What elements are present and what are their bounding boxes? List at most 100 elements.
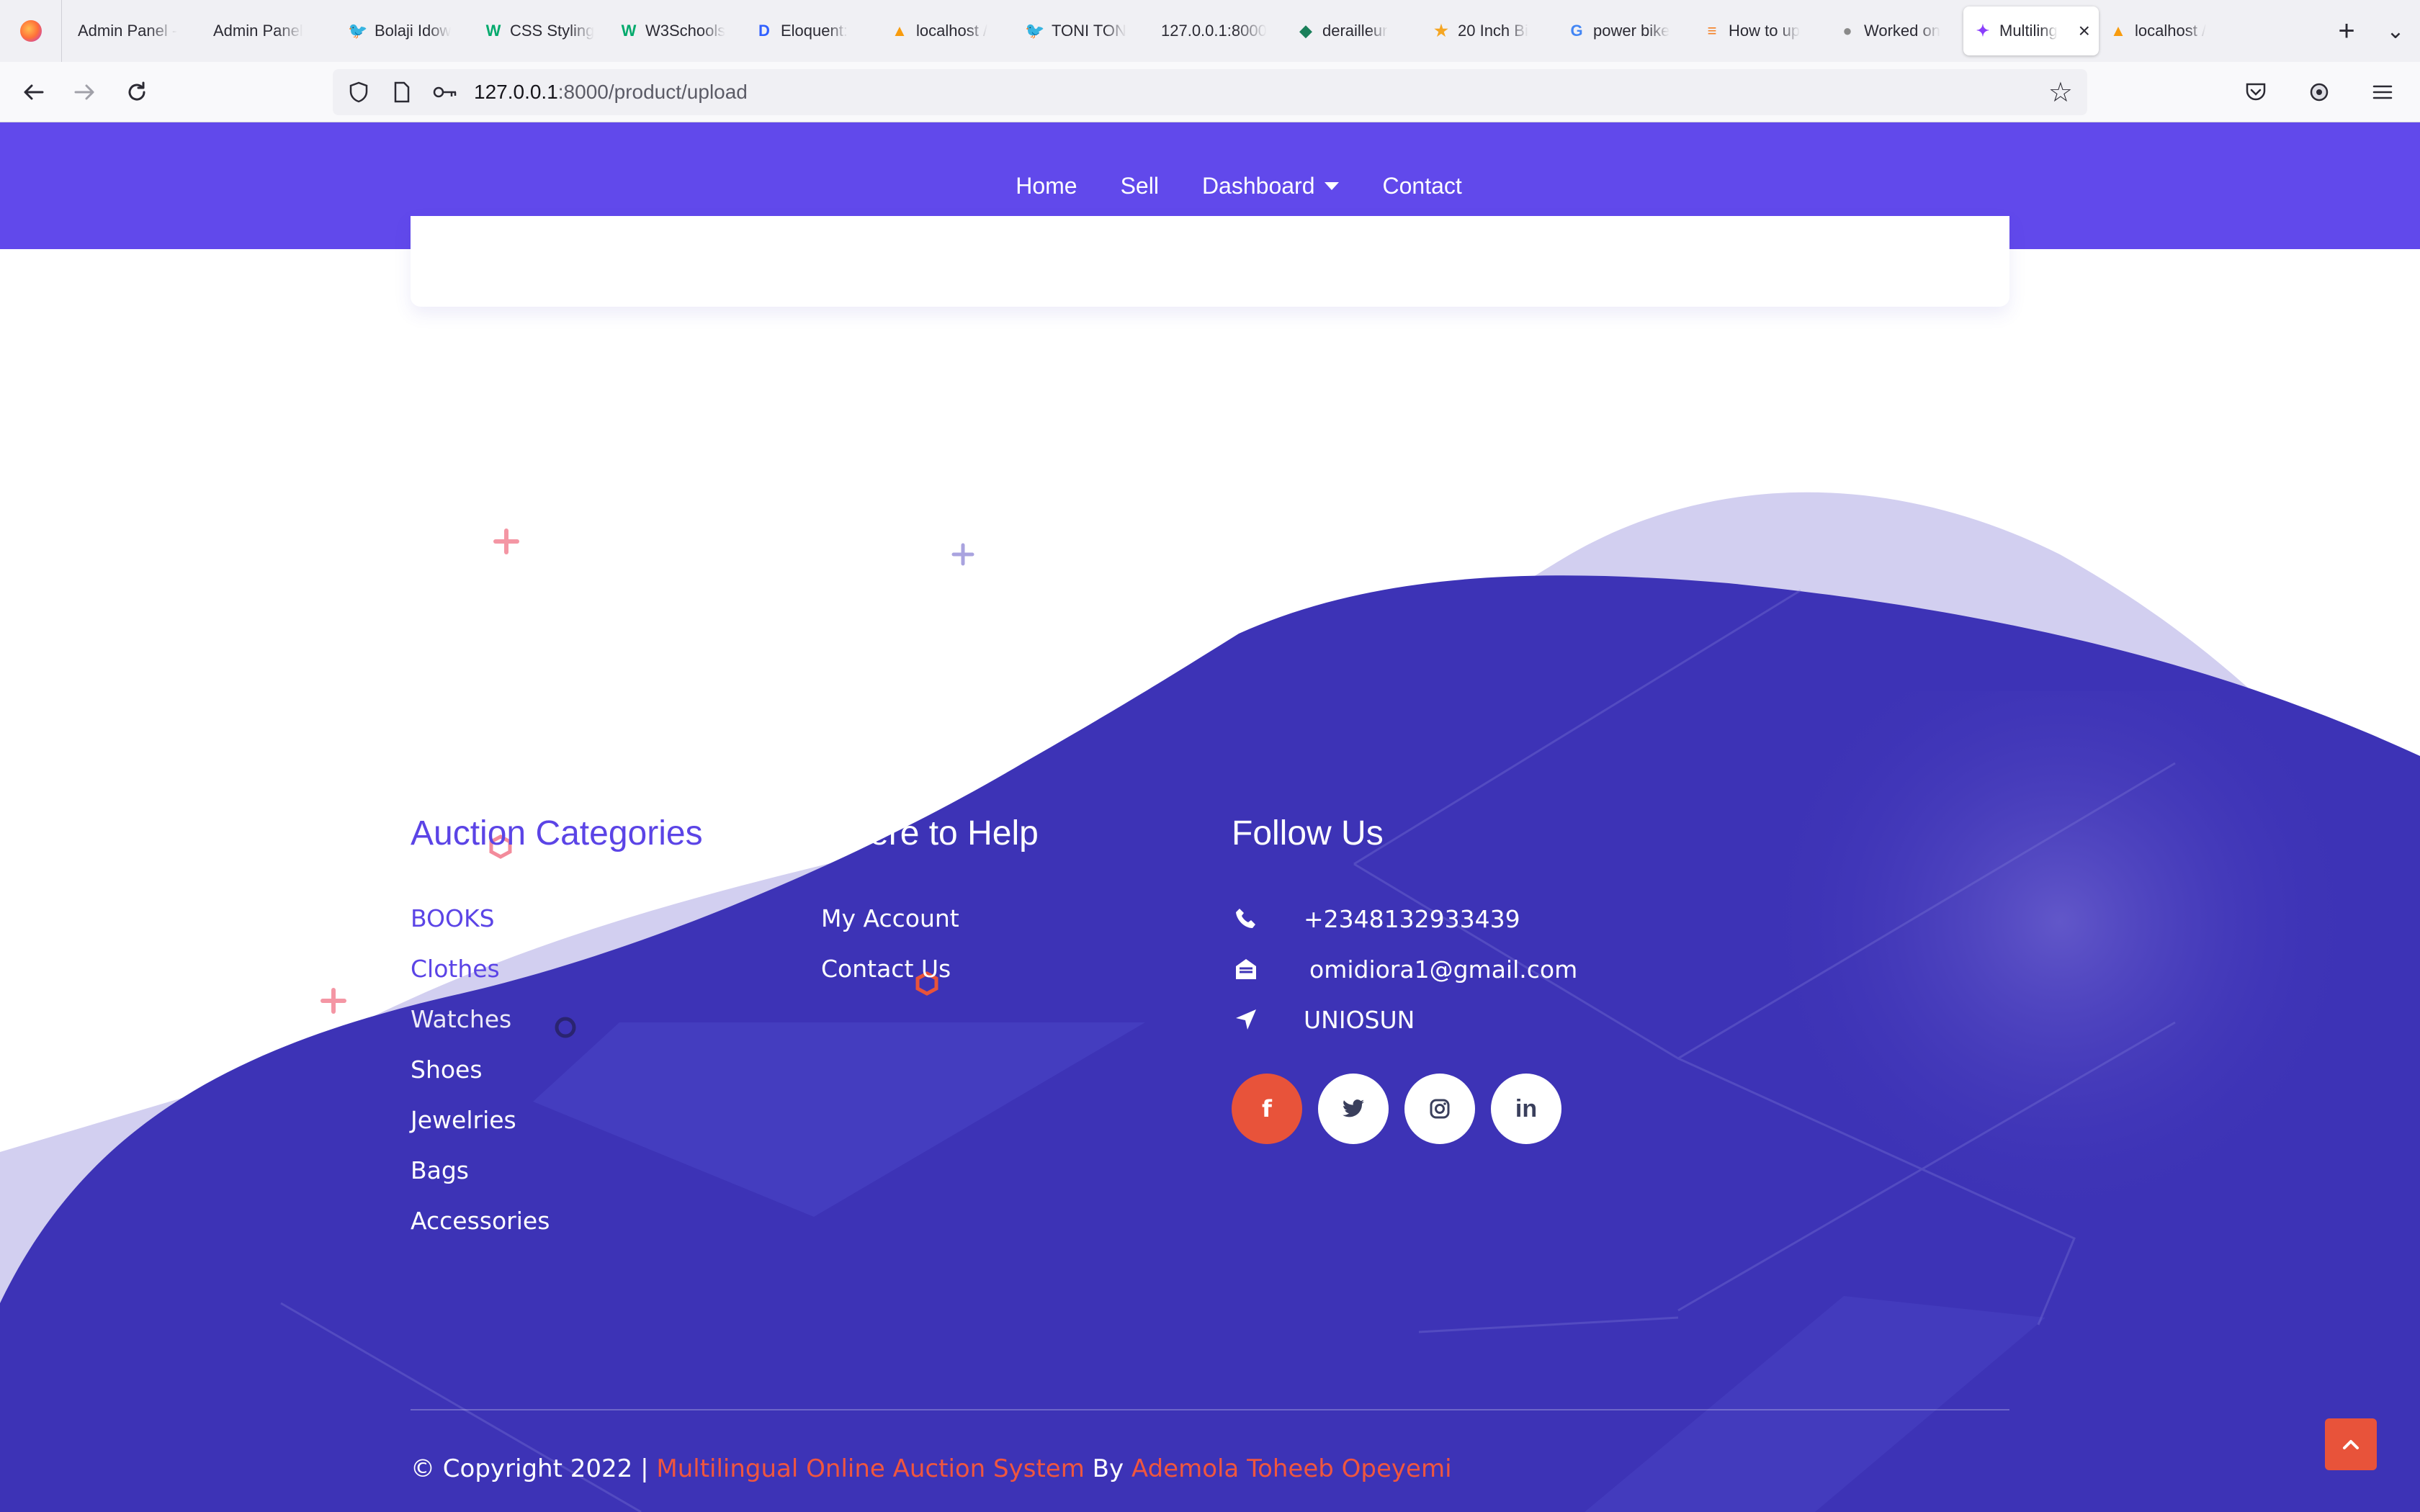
close-tab-icon[interactable]: × (2079, 19, 2090, 42)
copyright-by: By (1092, 1454, 1124, 1483)
url-text[interactable]: 127.0.0.1:8000/product/upload (474, 81, 748, 104)
w3schools-icon: W (485, 22, 501, 40)
tab-title: How to up (1729, 22, 1801, 40)
back-to-top-button[interactable] (2325, 1418, 2377, 1470)
google-icon: G (1570, 22, 1583, 40)
shield-icon: ◆ (1299, 22, 1312, 40)
project-link[interactable]: Multilingual Online Auction System (656, 1454, 1084, 1483)
browser-tab[interactable]: ▲ localhost / (2099, 6, 2234, 55)
phone-icon (1232, 904, 1260, 933)
location-row: UNIOSUN (1232, 994, 1577, 1045)
category-link-bags[interactable]: Bags (411, 1146, 703, 1196)
browser-tab[interactable]: 127.0.0.1:8000 (1151, 6, 1286, 55)
url-path: :8000/product/upload (557, 81, 748, 103)
phone-row: +2348132933439 (1232, 894, 1577, 944)
browser-tab[interactable]: ▲ localhost / (880, 6, 1016, 55)
pocket-icon[interactable] (2230, 66, 2282, 118)
tab-title: Eloquent: (781, 22, 848, 40)
envelope-open-icon (1232, 955, 1260, 984)
dashboard-label: Dashboard (1201, 172, 1315, 199)
categories-heading: Auction Categories (411, 814, 703, 852)
tab-title: derailleur (1322, 22, 1388, 40)
author-link[interactable]: Ademola Toheeb Opeyemi (1131, 1454, 1452, 1483)
category-link-clothes[interactable]: Clothes (411, 944, 703, 994)
tab-title: Worked on (1864, 22, 1940, 40)
list-all-tabs-icon[interactable]: ⌄ (2371, 6, 2420, 55)
instagram-icon[interactable] (1404, 1074, 1475, 1144)
nav-sell-link[interactable]: Sell (1121, 173, 1159, 199)
contact-us-link[interactable]: Contact Us (821, 944, 1167, 994)
extensions-icon[interactable] (2293, 66, 2345, 118)
w3schools-icon: W (621, 22, 637, 40)
upload-card-bottom (411, 216, 2009, 307)
tab-title: 20 Inch Bi (1458, 22, 1528, 40)
github-icon: ● (1842, 22, 1852, 40)
address-bar[interactable]: 127.0.0.1:8000/product/upload ☆ (333, 69, 2087, 115)
browser-tab[interactable]: Admin Panel - (68, 6, 203, 55)
app-menu-icon[interactable] (2357, 66, 2408, 118)
browser-tab[interactable]: Admin Panel (203, 6, 339, 55)
url-host: 127.0.0.1 (474, 81, 558, 103)
browser-tab-strip: Admin Panel - Admin Panel 🐦 Bolaji Idow W CSS… (0, 0, 2420, 62)
browser-tab[interactable]: ★ 20 Inch Bi (1422, 6, 1557, 55)
twitter-icon: 🐦 (1025, 22, 1045, 40)
tab-title: Admin Panel - (78, 22, 178, 40)
site-icon: ✦ (1976, 22, 1990, 40)
footer-follow-column: Follow Us +2348132933439 omidiora1@gmail… (1232, 814, 1577, 1144)
location-arrow-icon (1232, 1005, 1260, 1034)
laravel-docs-icon: D (758, 22, 770, 40)
toolbar-right (2230, 66, 2408, 118)
tracking-shield-icon[interactable] (344, 78, 373, 107)
tab-title: Bolaji Idow (375, 22, 452, 40)
category-link-jewelries[interactable]: Jewelries (411, 1095, 703, 1146)
tab-title: localhost / (2135, 22, 2207, 40)
category-link-accessories[interactable]: Accessories (411, 1196, 703, 1246)
browser-tab[interactable]: ✦ Multiling × (1963, 6, 2099, 55)
footer-divider (411, 1409, 2009, 1410)
phone-text[interactable]: +2348132933439 (1304, 905, 1520, 933)
browser-tab[interactable]: ◆ derailleur (1286, 6, 1422, 55)
browser-tab[interactable]: ● Worked on (1828, 6, 1963, 55)
bookmark-star-icon[interactable]: ☆ (2048, 76, 2073, 109)
category-link-watches[interactable]: Watches (411, 994, 703, 1045)
category-link-books[interactable]: BOOKS (411, 894, 703, 944)
reload-button[interactable] (111, 66, 163, 118)
linkedin-icon[interactable]: in (1491, 1074, 1561, 1144)
back-button[interactable] (7, 66, 59, 118)
twitter-icon[interactable] (1318, 1074, 1389, 1144)
tab-title: localhost / (916, 22, 988, 40)
phpmyadmin-icon: ▲ (2110, 22, 2126, 40)
firefox-menu-icon[interactable] (0, 0, 62, 62)
nav-home-link[interactable]: Home (1016, 173, 1077, 199)
my-account-link[interactable]: My Account (821, 894, 1167, 944)
browser-tab[interactable]: D Eloquent: (745, 6, 880, 55)
help-heading: We're here to Help (821, 814, 1039, 852)
copyright-line: © Copyright 2022 | Multilingual Online A… (411, 1454, 1452, 1483)
categories-list: BOOKS Clothes Watches Shoes Jewelries Ba… (411, 894, 703, 1246)
tab-title: 127.0.0.1:8000 (1161, 22, 1267, 40)
help-links-list: My Account Contact Us (821, 894, 1167, 994)
browser-tab[interactable]: ≡ How to up (1693, 6, 1828, 55)
dark-wave-shape (0, 575, 2420, 1512)
new-tab-button[interactable]: + (2322, 6, 2371, 55)
category-link-shoes[interactable]: Shoes (411, 1045, 703, 1095)
tab-title: TONI TON (1052, 22, 1126, 40)
footer-help-column: We're here to Help My Account Contact Us (821, 814, 1167, 994)
key-icon[interactable] (431, 78, 460, 107)
browser-tab[interactable]: W CSS Styling (474, 6, 609, 55)
nav-dashboard-dropdown[interactable]: Dashboard (1202, 173, 1340, 199)
phpmyadmin-icon: ▲ (892, 22, 908, 40)
page-info-icon[interactable] (387, 78, 416, 107)
forward-button[interactable] (59, 66, 111, 118)
tab-title: Admin Panel (213, 22, 303, 40)
browser-tab[interactable]: W W3Schools (609, 6, 745, 55)
browser-tab[interactable]: 🐦 TONI TON (1016, 6, 1151, 55)
browser-tab[interactable]: Gpower bike (1557, 6, 1693, 55)
email-text[interactable]: omidiora1@gmail.com (1309, 955, 1577, 984)
browser-toolbar: 127.0.0.1:8000/product/upload ☆ (0, 62, 2420, 122)
facebook-icon[interactable]: f (1232, 1074, 1302, 1144)
nav-contact-link[interactable]: Contact (1382, 173, 1461, 199)
browser-tab[interactable]: 🐦 Bolaji Idow (339, 6, 474, 55)
star-badge-icon: ★ (1434, 22, 1448, 40)
tab-title: W3Schools (645, 22, 726, 40)
